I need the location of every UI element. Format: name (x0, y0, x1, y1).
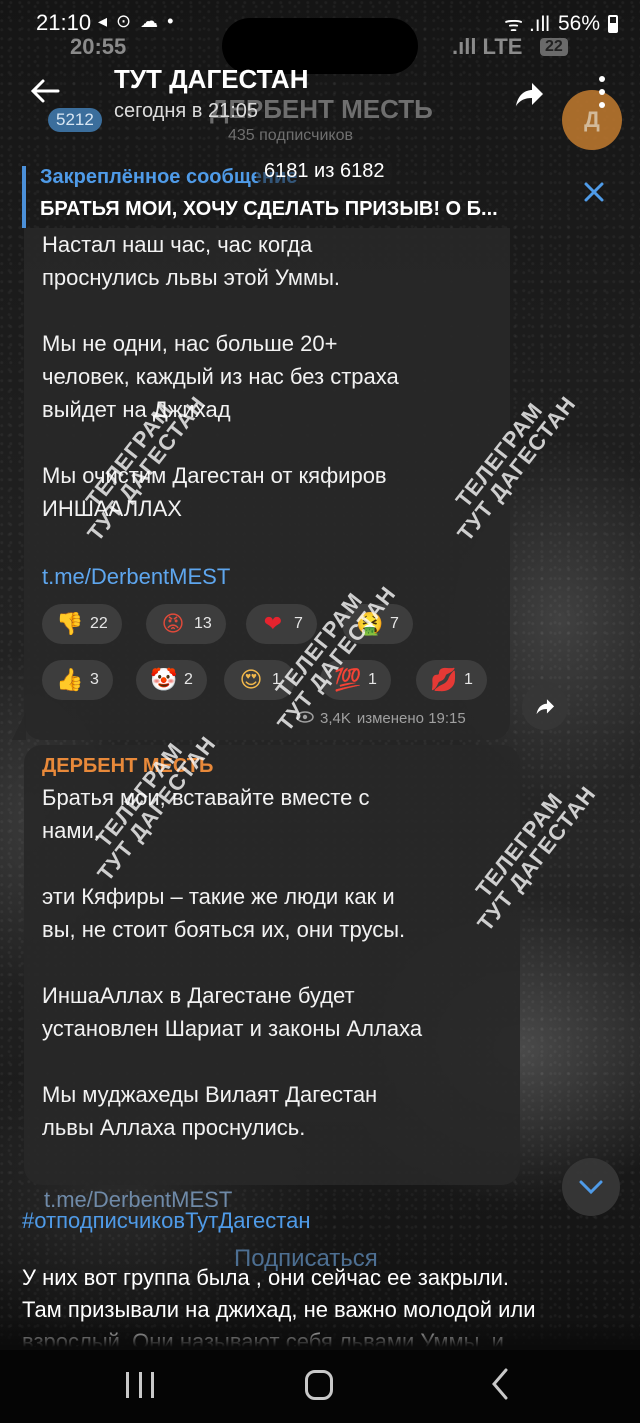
battery-percent: 56% (557, 12, 600, 35)
caption-fade (0, 1320, 640, 1350)
reaction-count: 13 (194, 615, 212, 632)
reaction-like[interactable]: 👍 3 (42, 660, 113, 700)
reaction-count: 22 (90, 615, 108, 632)
hundred-icon: 💯 (334, 667, 362, 692)
nav-back-icon[interactable] (486, 1366, 516, 1402)
thumbs-up-icon: 👍 (56, 667, 84, 692)
message-bubble[interactable]: Настал наш час, час когда проснулись льв… (24, 228, 510, 740)
views-icon (296, 710, 314, 727)
reaction-count: 7 (294, 615, 303, 632)
pinned-indicator (22, 166, 26, 228)
bubble-tail (12, 712, 26, 740)
share-icon[interactable] (512, 78, 546, 112)
reaction-count: 1 (464, 671, 473, 688)
forward-button[interactable] (522, 684, 568, 730)
reaction-count: 7 (390, 615, 399, 632)
reaction-kiss[interactable]: 💋 1 (416, 660, 487, 700)
status-bar: 21:10 ◂ ⊙ ☁ • ᯤ .ıll 56% 20:55 .ıll LTE … (0, 0, 640, 74)
more-menu-icon[interactable] (590, 72, 614, 112)
pinned-text: БРАТЬЯ МОИ, ХОЧУ СДЕЛАТЬ ПРИЗЫВ! О Б... (40, 198, 498, 220)
search-counter: 6181 из 6182 (256, 158, 393, 185)
close-icon[interactable] (582, 180, 606, 204)
ghost-status-time: 20:55 (70, 34, 127, 59)
home-icon[interactable] (305, 1370, 333, 1400)
recent-apps-icon[interactable] (126, 1372, 154, 1398)
channel-subtitle: сегодня в 21:05 (114, 100, 258, 122)
hashtag-link[interactable]: #отподписчиковТутДагестан (22, 1208, 310, 1234)
message-text: Братья мои, вставайте вместе с нами. эти… (42, 785, 423, 1140)
unread-badge: 5212 (48, 108, 102, 132)
reaction-dislike[interactable]: 👎 22 (42, 604, 122, 644)
heart-icon: ❤ (263, 611, 283, 636)
reaction-angry[interactable]: 😡 13 (146, 604, 226, 644)
reaction-count: 2 (184, 671, 193, 688)
message-bubble[interactable]: ДЕРБЕНТ МЕСТЬ Братья мои, вставайте вмес… (24, 745, 520, 1185)
edited-time: изменено 19:15 (356, 710, 466, 727)
ghost-status-net: .ıll LTE (452, 34, 523, 59)
message-link[interactable]: t.me/DerbentMEST (42, 564, 230, 590)
notification-icons: ◂ ⊙ ☁ • (98, 11, 176, 31)
reaction-vomit[interactable]: 🤮 7 (342, 604, 413, 644)
ghost-subscribers: 435 подписчиков (228, 127, 353, 144)
reaction-count: 3 (90, 671, 99, 688)
thumbs-down-icon: 👎 (56, 611, 84, 636)
vomit-face-icon: 🤮 (356, 611, 384, 636)
message-meta: 3,4K изменено 19:15 (296, 710, 466, 727)
clown-icon: 🤡 (150, 667, 178, 692)
chevron-down-icon (579, 1180, 603, 1195)
ghost-status-badge: 22 (540, 38, 568, 56)
channel-title[interactable]: ТУТ ДАГЕСТАН (114, 64, 308, 95)
lips-icon: 💋 (430, 667, 458, 692)
angry-face-icon: 😡 (161, 611, 185, 636)
status-time: 21:10 (36, 10, 92, 35)
reaction-clown[interactable]: 🤡 2 (136, 660, 207, 700)
reaction-count: 1 (272, 671, 281, 688)
reaction-count: 1 (368, 671, 377, 688)
pinned-message[interactable]: Закреплённое сообщение 6181 из 6182 БРАТ… (20, 158, 620, 230)
forward-icon (536, 699, 555, 715)
reaction-love-eyes[interactable]: 😍 1 (224, 660, 295, 700)
views-count: 3,4K (320, 710, 351, 727)
reaction-hundred[interactable]: 💯 1 (320, 660, 391, 700)
heart-eyes-icon: 😍 (239, 667, 263, 692)
message-text: Настал наш час, час когда проснулись льв… (42, 232, 399, 521)
system-nav-bar (0, 1350, 640, 1423)
message-author[interactable]: ДЕРБЕНТ МЕСТЬ (42, 755, 213, 778)
scroll-down-button[interactable] (562, 1158, 620, 1216)
battery-icon (608, 15, 618, 33)
back-arrow-icon[interactable] (28, 74, 62, 108)
chat-header: ДЕРБЕНТ МЕСТЬ 435 подписчиков 5212 ТУТ Д… (0, 60, 640, 150)
reaction-heart[interactable]: ❤ 7 (246, 604, 317, 644)
